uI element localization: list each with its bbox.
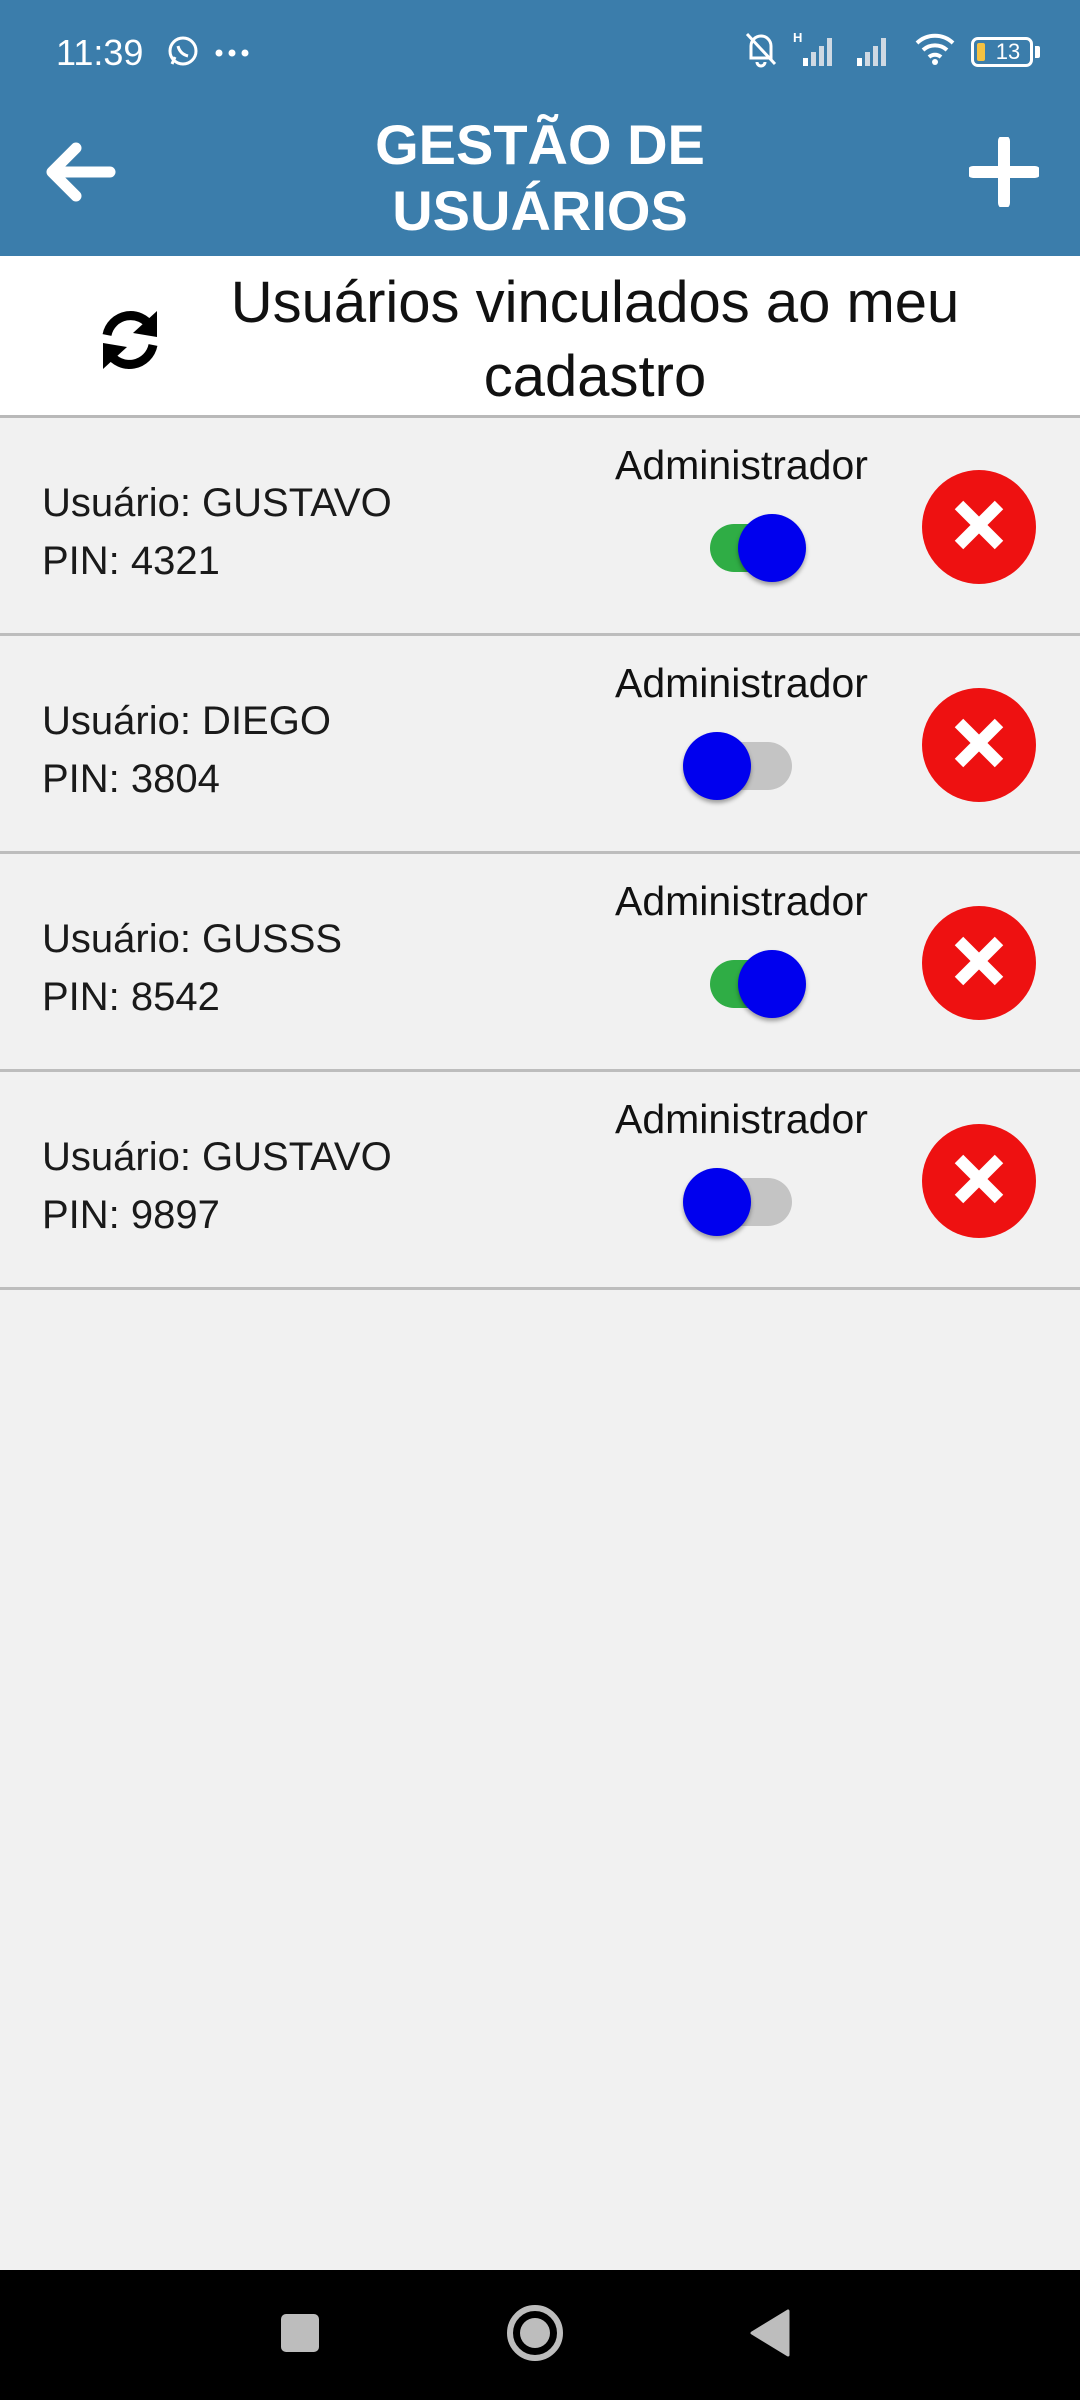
admin-toggle[interactable] [680,934,820,1018]
mute-bell-icon [743,30,779,73]
recents-button[interactable] [265,2300,335,2370]
user-pin: PIN: 8542 [42,975,220,1019]
admin-label: Administrador [615,1096,868,1142]
page-title-line-1: GESTÃO DE [375,113,705,176]
admin-label: Administrador [615,878,868,924]
user-name: Usuário: GUSTAVO [42,1135,392,1179]
back-triangle-icon [748,2309,792,2362]
system-nav-bar [0,2270,1080,2400]
home-circle-icon [505,2303,565,2368]
user-name: Usuário: GUSTAVO [42,481,392,525]
user-pin: PIN: 3804 [42,757,220,801]
wifi-icon [913,31,957,72]
close-icon [949,713,1009,778]
page-title: GESTÃO DE USUÁRIOS [240,112,840,244]
list-item: Usuário: GUSSS PIN: 8542 Administrador [0,854,1080,1072]
user-info: Usuário: GUSTAVO PIN: 9897 [42,1128,392,1244]
battery-icon: 13 [971,36,1040,67]
admin-label: Administrador [615,442,868,488]
status-bar: 11:39 H 13 [0,0,1080,110]
list-item: Usuário: DIEGO PIN: 3804 Administrador [0,636,1080,854]
user-info: Usuário: GUSSS PIN: 8542 [42,910,342,1026]
status-time: 11:39 [56,32,144,73]
user-name: Usuário: DIEGO [42,699,331,743]
recents-square-icon [280,2313,320,2358]
admin-toggle[interactable] [680,498,820,582]
user-name: Usuário: GUSSS [42,917,343,961]
toggle-thumb [738,514,806,582]
svg-text:H: H [793,30,802,45]
user-info: Usuário: DIEGO PIN: 3804 [42,692,331,808]
home-button[interactable] [500,2300,570,2370]
refresh-icon [95,305,165,380]
list-item: Usuário: GUSTAVO PIN: 4321 Administrador [0,418,1080,636]
toggle-thumb [683,732,751,800]
admin-label: Administrador [615,660,868,706]
delete-user-button[interactable] [922,906,1036,1020]
section-title-line-2: cadastro [483,344,707,409]
user-info: Usuário: GUSTAVO PIN: 4321 [42,474,392,590]
arrow-left-icon [44,140,116,209]
user-pin: PIN: 9897 [42,1193,220,1237]
signal-h-icon: H [793,30,839,73]
toggle-thumb [683,1168,751,1236]
whatsapp-icon [166,34,200,73]
more-dots-icon [214,45,250,63]
toggle-thumb [738,950,806,1018]
list-item: Usuário: GUSTAVO PIN: 9897 Administrador [0,1072,1080,1290]
admin-toggle[interactable] [680,1152,820,1236]
page-title-line-2: USUÁRIOS [392,179,688,242]
section-title: Usuários vinculados ao meu cadastro [180,266,1010,414]
admin-toggle[interactable] [680,716,820,800]
battery-level: 13 [995,38,1021,64]
refresh-button[interactable] [88,300,172,384]
signal-icon [853,30,899,73]
subheader: Usuários vinculados ao meu cadastro [0,256,1080,418]
plus-icon [967,134,1041,212]
close-icon [949,1149,1009,1214]
section-title-line-1: Usuários vinculados ao meu [230,270,960,335]
app-header: 11:39 H 13 GESTÃO DE USUÁRIOS [0,0,1080,256]
delete-user-button[interactable] [922,688,1036,802]
close-icon [949,495,1009,560]
delete-user-button[interactable] [922,470,1036,584]
delete-user-button[interactable] [922,1124,1036,1238]
add-user-button[interactable] [964,134,1044,214]
nav-back-button[interactable] [735,2300,805,2370]
back-button[interactable] [40,134,120,214]
user-pin: PIN: 4321 [42,539,220,583]
close-icon [949,931,1009,996]
user-list: Usuário: GUSTAVO PIN: 4321 Administrador… [0,418,1080,1290]
